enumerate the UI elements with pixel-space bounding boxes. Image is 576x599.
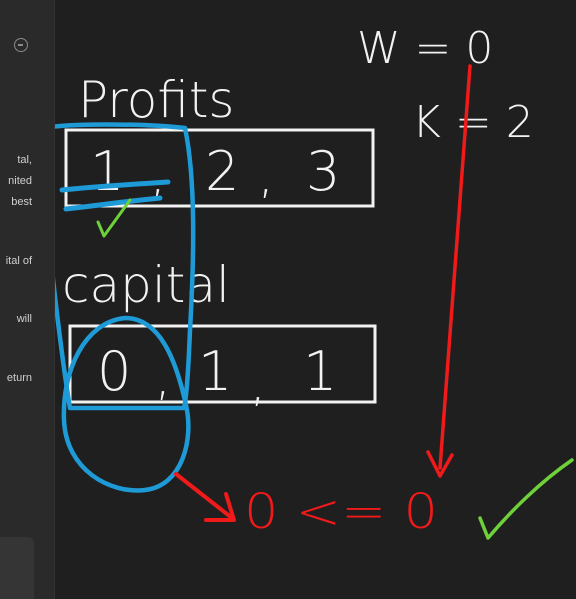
profits-label: Profits (78, 71, 234, 129)
description-text-fragment: eturn (6, 372, 32, 384)
comma-separator: , (155, 348, 171, 406)
capital-value: 0 (97, 340, 131, 403)
description-text-fragment: will (16, 313, 32, 325)
capital-value: 1 (303, 340, 337, 403)
comma-separator: , (250, 354, 266, 412)
profits-value: 3 (306, 140, 340, 203)
profits-value: 2 (205, 140, 239, 203)
w-equation: W = 0 (357, 23, 493, 74)
collapse-panel-icon[interactable] (14, 38, 28, 52)
green-check-large (478, 458, 574, 540)
description-text-fragment: nited (8, 175, 32, 187)
red-arrow-line (174, 472, 234, 520)
comma-separator: , (150, 146, 166, 204)
comma-separator: , (258, 146, 274, 204)
profits-value: 1 (90, 140, 124, 203)
capital-label: capital (62, 256, 230, 314)
sidebar-bottom-card (0, 537, 34, 599)
description-text-fragment: tal, (17, 154, 32, 166)
capital-value: 1 (198, 340, 232, 403)
description-text-fragment: ital of (5, 255, 32, 267)
whiteboard-canvas[interactable]: W = 0 K = 2 Profits 1 , 2 , 3 capital 0 … (55, 0, 576, 599)
k-equation: K = 2 (412, 97, 534, 148)
comparison-expression: 0 <= 0 (244, 484, 438, 540)
app-screen: tal, nited best ital of will eturn W = 0… (0, 0, 576, 599)
description-text-fragment: best (11, 196, 32, 208)
problem-description-panel: tal, nited best ital of will eturn (0, 0, 55, 599)
